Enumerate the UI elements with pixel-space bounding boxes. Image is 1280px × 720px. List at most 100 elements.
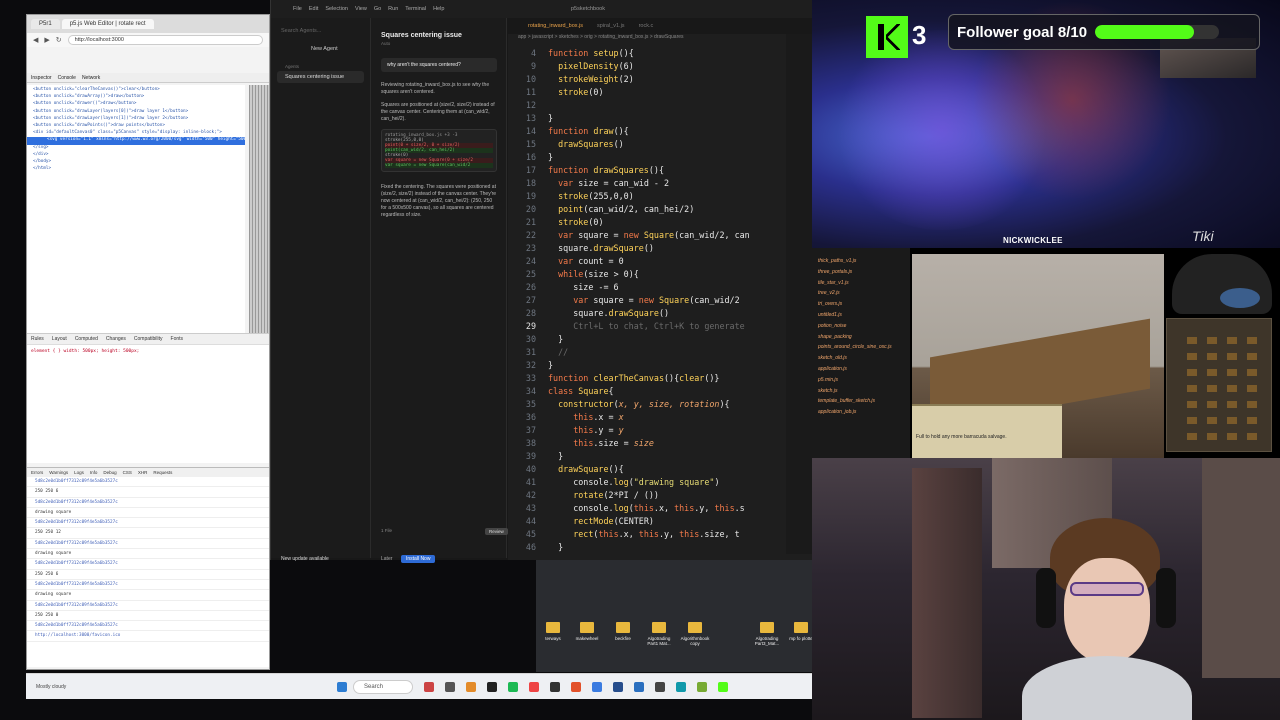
later-button[interactable]: Later xyxy=(381,556,392,562)
tab-computed[interactable]: Computed xyxy=(75,336,98,342)
app-icon[interactable] xyxy=(613,681,623,692)
inventory-item[interactable] xyxy=(1187,417,1197,424)
app-icon[interactable] xyxy=(655,681,665,692)
file-item[interactable]: three_portals.js xyxy=(818,269,910,280)
file-item[interactable]: sketch_old.js xyxy=(818,355,910,366)
inventory-item[interactable] xyxy=(1187,353,1197,360)
inventory-item[interactable] xyxy=(1227,353,1237,360)
menu-selection[interactable]: Selection xyxy=(325,6,348,12)
file-item[interactable]: application.js xyxy=(818,366,910,377)
console-line[interactable]: 5d8c2e0d1b0ff7312c09f4e5a6b3527c xyxy=(27,559,269,570)
inventory-item[interactable] xyxy=(1207,433,1217,440)
inventory-item[interactable] xyxy=(1207,385,1217,392)
console-line[interactable]: 5d8c2e0d1b0ff7312c09f4e5a6b3527c xyxy=(27,580,269,591)
desktop-folder[interactable]: Algotrading Part1 Mat... xyxy=(642,622,676,646)
file-item[interactable]: tree_v2.js xyxy=(818,290,910,301)
breadcrumb[interactable]: app > javascript > sketches > orig > rot… xyxy=(508,34,813,46)
console-line[interactable]: 5d8c2e0d1b0ff7312c09f4e5a6b3527c xyxy=(27,477,269,488)
inventory-item[interactable] xyxy=(1187,401,1197,408)
desktop-folder[interactable]: makewheel xyxy=(570,622,604,641)
inventory-item[interactable] xyxy=(1247,433,1257,440)
file-item[interactable]: thick_paths_v1.js xyxy=(818,258,910,269)
file-item[interactable]: sketch.js xyxy=(818,388,910,399)
desktop-folder[interactable]: beckfire xyxy=(606,622,640,641)
app-icon[interactable] xyxy=(550,681,560,692)
desktop-folder[interactable]: Algotrading Part3_Mat... xyxy=(750,622,784,646)
file-item[interactable]: shape_packing xyxy=(818,334,910,345)
inventory-item[interactable] xyxy=(1207,369,1217,376)
dom-node[interactable]: <button onclick="drawLayer(layers[0])">d… xyxy=(33,109,245,116)
game-viewport[interactable]: Full to hold any more barracuda salvage. xyxy=(912,254,1164,458)
menu-terminal[interactable]: Terminal xyxy=(405,6,426,12)
inventory[interactable] xyxy=(1166,318,1272,452)
tab-inspector[interactable]: Inspector xyxy=(31,75,52,81)
filter-logs[interactable]: Logs xyxy=(74,470,84,475)
menu-file[interactable]: File xyxy=(293,6,302,12)
tab-compatibility[interactable]: Compatibility xyxy=(134,336,163,342)
code-lines[interactable]: 4 function setup(){ 9 pixelDensity (6) 10 … xyxy=(508,48,813,555)
menu-help[interactable]: Help xyxy=(433,6,444,12)
dom-node[interactable]: </body> xyxy=(33,159,245,166)
app-icon[interactable] xyxy=(634,681,644,692)
app-icon[interactable] xyxy=(445,681,455,692)
weather-widget[interactable]: Mostly cloudy xyxy=(26,684,326,690)
back-icon[interactable]: ◀ xyxy=(33,36,38,44)
desktop-folder[interactable]: Algorithmbook copy xyxy=(678,622,712,646)
tab-layout[interactable]: Layout xyxy=(52,336,67,342)
minimap[interactable] xyxy=(1172,254,1272,314)
inventory-item[interactable] xyxy=(1247,401,1257,408)
dom-node[interactable]: <button onclick="drawLayer(layers[1])">d… xyxy=(33,116,245,123)
inventory-item[interactable] xyxy=(1227,417,1237,424)
app-icon[interactable] xyxy=(592,681,602,692)
console-line[interactable]: 5d8c2e0d1b0ff7312c09f4e5a6b3527c xyxy=(27,498,269,508)
file-item[interactable]: untitled1.js xyxy=(818,312,910,323)
inventory-item[interactable] xyxy=(1207,417,1217,424)
dom-node[interactable]: </html> xyxy=(33,166,245,173)
file-item[interactable]: p5.min.js xyxy=(818,377,910,388)
tab-network[interactable]: Network xyxy=(82,75,100,81)
inventory-item[interactable] xyxy=(1187,385,1197,392)
filter-errors[interactable]: Errors xyxy=(31,470,43,475)
inventory-item[interactable] xyxy=(1247,369,1257,376)
dom-node-selected[interactable]: <svg version="1.1" xmlns="http://www.w3.… xyxy=(27,137,245,145)
inventory-item[interactable] xyxy=(1247,353,1257,360)
file-item[interactable]: potion_noise xyxy=(818,323,910,334)
filter-warnings[interactable]: Warnings xyxy=(49,470,68,475)
menu-go[interactable]: Go xyxy=(374,6,381,12)
tab-rules[interactable]: Rules xyxy=(31,336,44,342)
dom-node[interactable]: <button onclick="drawer()">draw</button> xyxy=(33,101,245,108)
app-icon[interactable] xyxy=(529,681,539,692)
filter-xhr[interactable]: XHR xyxy=(138,470,148,475)
review-button[interactable]: Review xyxy=(485,528,508,535)
app-icon[interactable] xyxy=(466,681,476,692)
dom-node[interactable]: </div> xyxy=(33,152,245,159)
tab-console[interactable]: Console xyxy=(58,75,76,81)
file-item[interactable]: tri_overs.js xyxy=(818,301,910,312)
inventory-item[interactable] xyxy=(1207,337,1217,344)
app-icon[interactable] xyxy=(508,681,518,692)
url-bar[interactable]: http://localhost:3000 xyxy=(67,35,263,45)
app-icon[interactable] xyxy=(697,681,707,692)
inventory-item[interactable] xyxy=(1187,337,1197,344)
start-icon[interactable] xyxy=(337,681,347,692)
user-message[interactable]: why aren't the squares centered? xyxy=(381,58,497,72)
menu-run[interactable]: Run xyxy=(388,6,398,12)
inventory-item[interactable] xyxy=(1187,433,1197,440)
menu-edit[interactable]: Edit xyxy=(309,6,318,12)
filter-debug[interactable]: Debug xyxy=(103,470,116,475)
inventory-item[interactable] xyxy=(1247,385,1257,392)
app-icon[interactable] xyxy=(424,681,434,692)
menu-view[interactable]: View xyxy=(355,6,367,12)
inventory-item[interactable] xyxy=(1227,401,1237,408)
inventory-item[interactable] xyxy=(1227,433,1237,440)
tab-changes[interactable]: Changes xyxy=(106,336,126,342)
inventory-item[interactable] xyxy=(1247,417,1257,424)
inventory-item[interactable] xyxy=(1227,369,1237,376)
search-agents-input[interactable]: Search Agents... xyxy=(271,18,370,34)
app-icon[interactable] xyxy=(571,681,581,692)
file-item[interactable]: template_buffer_sketch.js xyxy=(818,398,910,409)
editor-tab[interactable]: spiral_v1.js xyxy=(597,23,625,29)
editor-tab[interactable]: rock.c xyxy=(639,23,654,29)
diff-block[interactable]: rotating_inward_box.js +3 -3 stroke(255,… xyxy=(381,129,497,172)
console-line[interactable]: http://localhost:3000/favicon.ico xyxy=(27,631,269,642)
